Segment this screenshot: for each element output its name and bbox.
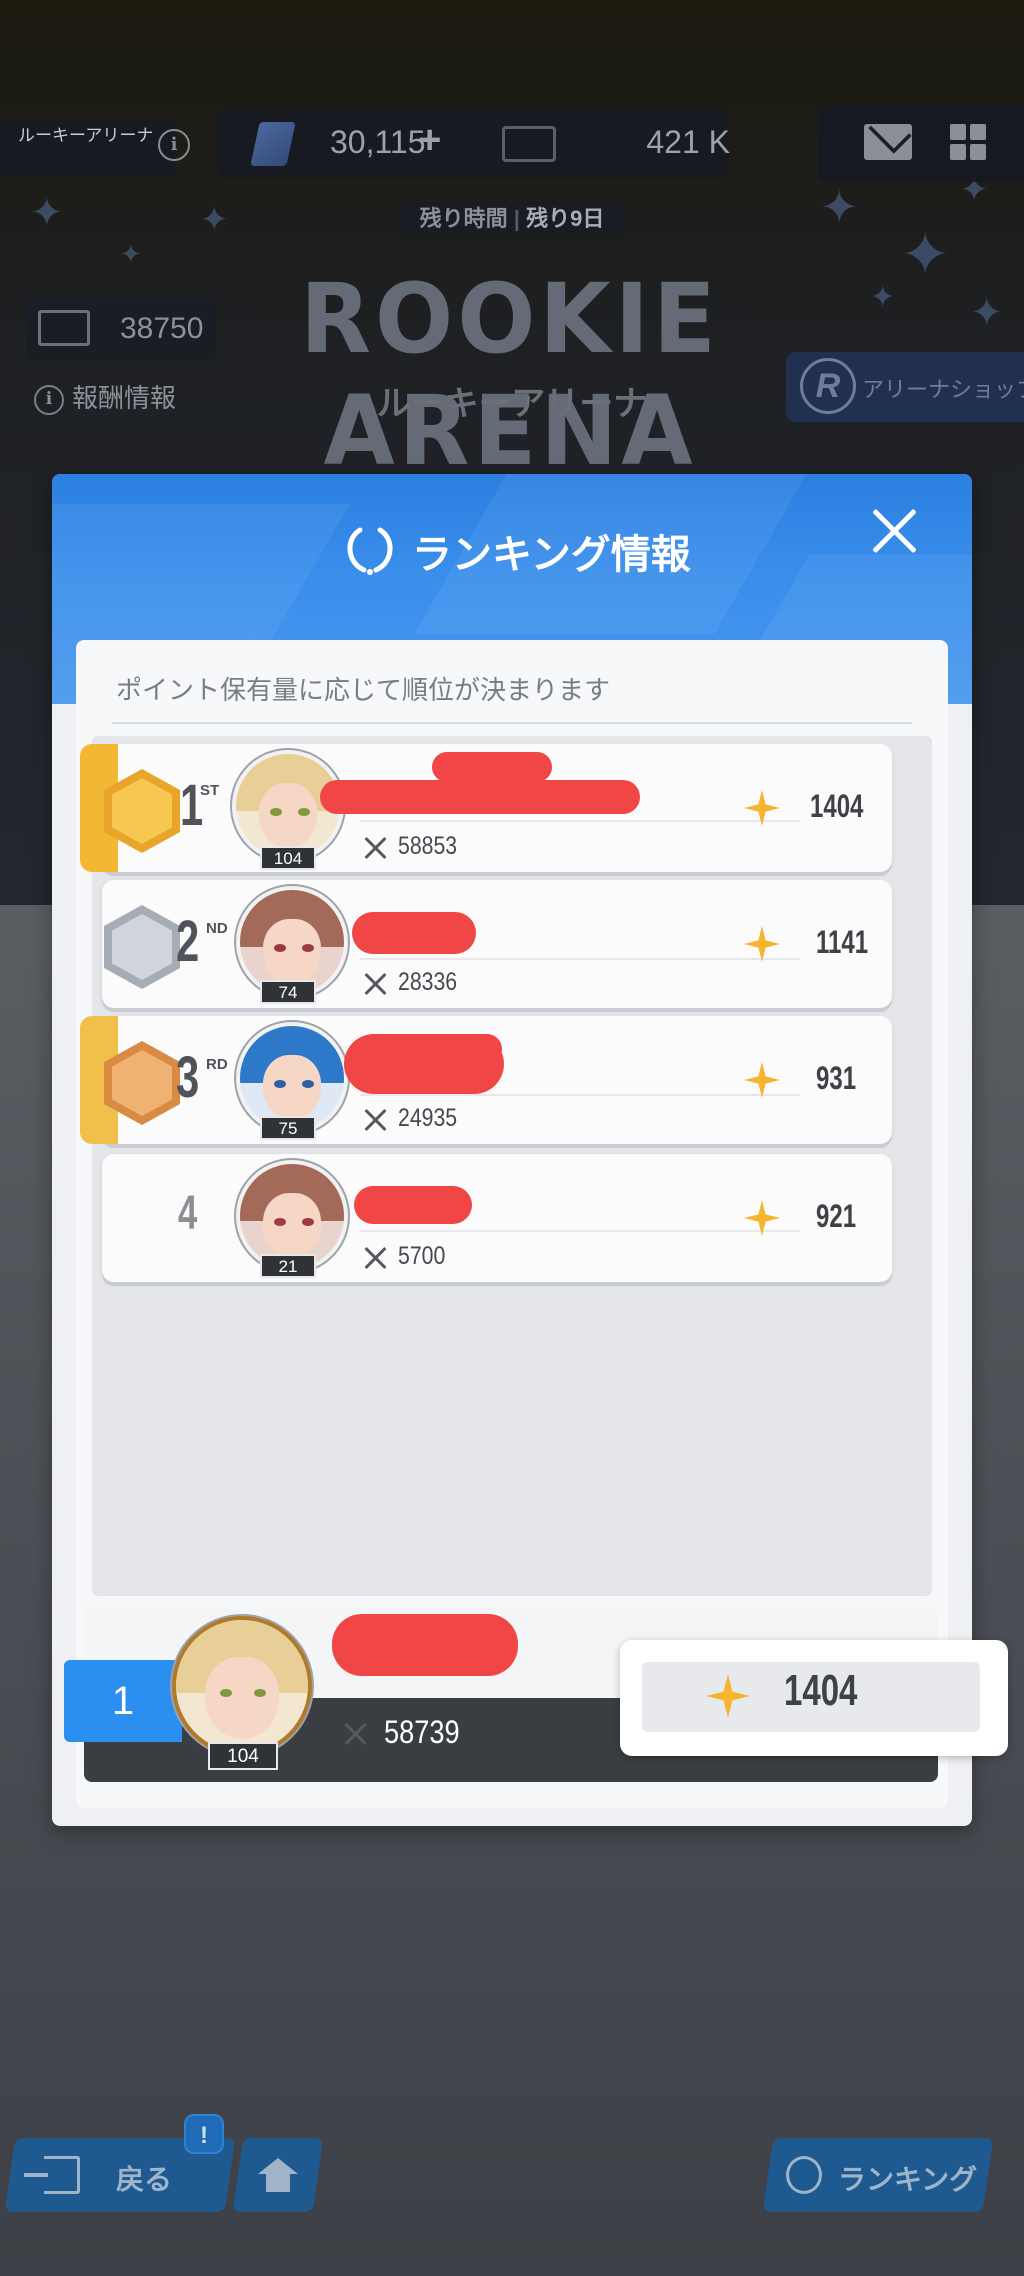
level-tag: 21 bbox=[260, 1254, 316, 1278]
swords-icon bbox=[362, 1106, 390, 1134]
redacted-name bbox=[320, 780, 640, 814]
ticket-count: 421 K bbox=[646, 124, 730, 160]
top-right-menu bbox=[818, 106, 1024, 182]
back-icon bbox=[24, 2156, 80, 2194]
notification-badge: ! bbox=[184, 2114, 224, 2154]
remaining-time-value: 残り9日 bbox=[526, 206, 605, 231]
swords-icon bbox=[362, 970, 390, 998]
arena-subtitle: ルーキーアリーナ bbox=[376, 385, 648, 423]
my-avatar bbox=[172, 1616, 312, 1756]
close-icon[interactable] bbox=[866, 502, 924, 560]
points: 931 bbox=[816, 1060, 857, 1096]
home-icon bbox=[258, 2158, 298, 2192]
arena-shop-icon: R bbox=[800, 358, 856, 414]
arena-pass-icon bbox=[38, 310, 90, 346]
combat-power: 24935 bbox=[398, 1104, 458, 1132]
ranking-label: ランキング bbox=[838, 2164, 978, 2195]
arena-mode-label: ルーキーアリーナ bbox=[0, 118, 175, 176]
level-tag: 104 bbox=[260, 846, 316, 870]
arena-title: ROOKIE ARENA bbox=[300, 262, 720, 488]
add-gems-icon[interactable]: + bbox=[418, 118, 441, 163]
redacted-name bbox=[354, 1186, 472, 1224]
modal-title: ランキング情報 bbox=[412, 533, 691, 577]
my-rank-number: 1 bbox=[64, 1660, 182, 1742]
rank-number: 4 bbox=[178, 1187, 198, 1240]
remaining-time-label: 残り時間 bbox=[419, 206, 508, 231]
combat-power: 5700 bbox=[398, 1242, 446, 1270]
ranking-description: ポイント保有量に応じて順位が決まります bbox=[116, 675, 611, 705]
my-points: 1404 bbox=[784, 1666, 858, 1715]
rank-suffix: ST bbox=[200, 782, 220, 799]
redacted-name bbox=[352, 912, 476, 954]
redacted-name bbox=[412, 1034, 502, 1064]
mail-icon[interactable] bbox=[864, 124, 912, 160]
remaining-time: 残り時間 | 残り9日 bbox=[400, 202, 624, 236]
rank-suffix: ND bbox=[206, 920, 228, 937]
divider bbox=[112, 722, 912, 724]
back-label: 戻る bbox=[116, 2164, 173, 2195]
reward-info-button[interactable]: i 報酬情報 bbox=[34, 378, 234, 418]
my-combat-power: 58739 bbox=[384, 1714, 460, 1750]
points: 1404 bbox=[810, 788, 864, 824]
redacted-name bbox=[432, 752, 552, 782]
info-icon[interactable]: i bbox=[158, 129, 190, 161]
swords-icon bbox=[362, 834, 390, 862]
grid-menu-icon[interactable] bbox=[950, 124, 988, 162]
redacted-name bbox=[332, 1614, 518, 1676]
arena-pass-count: 38750 bbox=[120, 312, 204, 345]
level-tag: 75 bbox=[260, 1116, 316, 1140]
my-level-tag: 104 bbox=[208, 1742, 278, 1770]
rank-suffix: RD bbox=[206, 1056, 228, 1073]
ticket-icon bbox=[502, 126, 556, 162]
reward-info-label: 報酬情報 bbox=[72, 383, 177, 413]
info-icon: i bbox=[34, 385, 64, 416]
arena-shop-label: アリーナショップ bbox=[862, 377, 1024, 402]
swords-icon bbox=[362, 1244, 390, 1272]
rank-number: 2 bbox=[176, 909, 200, 974]
points: 1141 bbox=[816, 924, 869, 960]
level-tag: 74 bbox=[260, 980, 316, 1004]
combat-power: 58853 bbox=[398, 832, 458, 860]
swords-icon bbox=[342, 1720, 370, 1748]
points: 921 bbox=[816, 1198, 857, 1234]
combat-power: 28336 bbox=[398, 968, 458, 996]
rank-number: 3 bbox=[176, 1045, 200, 1110]
medal-icon bbox=[786, 2156, 822, 2194]
laurel-icon bbox=[347, 527, 393, 575]
